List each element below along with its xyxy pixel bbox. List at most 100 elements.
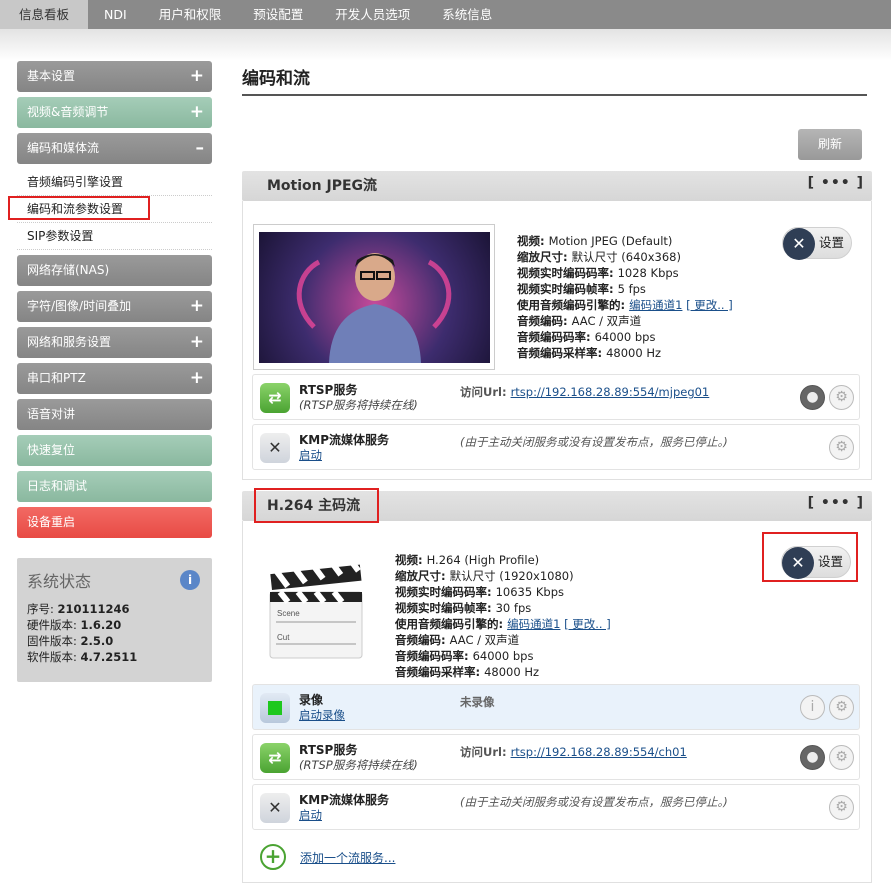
user-icon[interactable]: ● [800,745,825,770]
stream-info-mjpeg: 视频: Motion JPEG (Default) 缩放尺寸: 默认尺寸 (64… [517,234,733,360]
status-hw-version: 硬件版本: 1.6.20 [27,618,122,632]
scene-label: Scene [277,609,300,618]
status-serial: 序号: 210111246 [27,602,130,616]
service-desc: (RTSP服务将持续在线) [299,758,418,772]
sidebar-item-label: 日志和调试 [27,479,88,493]
highlight-box [762,532,858,582]
tab-presets[interactable]: 预设配置 [237,0,319,29]
expand-icon: + [189,102,204,122]
add-service-link[interactable]: 添加一个流服务... [300,849,395,866]
status-fw-version: 固件版本: 2.5.0 [27,634,114,648]
sidebar-item-video-audio[interactable]: 视频&音频调节 + [17,97,212,128]
gear-icon[interactable]: ⚙ [829,435,854,460]
service-url: 访问Url: rtsp://192.168.28.89:554/mjpeg01 [460,385,710,399]
sidebar-item-label: 视频&音频调节 [27,105,109,119]
start-record-link[interactable]: 启动录像 [299,707,345,723]
page-title: 编码和流 [242,69,310,89]
gear-icon[interactable]: ⚙ [829,795,854,820]
expand-icon: + [189,296,204,316]
status-sw-version: 软件版本: 4.7.2511 [27,650,138,664]
tab-ndi[interactable]: NDI [88,0,143,29]
stream-info-h264: 视频: H.264 (High Profile) 缩放尺寸: 默认尺寸 (192… [395,553,611,679]
cut-label: Cut [277,633,290,642]
video-preview [253,224,495,370]
tab-dashboard[interactable]: 信息看板 [0,0,89,29]
record-row: 录像 启动录像 未录像 i ⚙ [252,684,860,730]
sidebar-item-basic-settings[interactable]: 基本设置 + [17,61,212,92]
change-link[interactable]: [ 更改.. ] [564,617,611,631]
start-link[interactable]: 启动 [299,447,322,463]
status-title: 系统状态 [27,572,92,591]
wrench-icon: ✕ [783,228,815,260]
user-icon[interactable]: ● [800,385,825,410]
transfer-arrows-icon: ⇄ [260,383,290,413]
sidebar-item-nas[interactable]: 网络存储(NAS) [17,255,212,286]
refresh-button[interactable]: 刷新 [798,129,862,160]
sidebar-item-label: 设备重启 [27,515,76,529]
gear-icon[interactable]: ⚙ [829,745,854,770]
kmp-service-row: ✕ KMP流媒体服务 启动 (由于主动关闭服务或没有设置发布点，服务已停止。) … [252,424,860,470]
top-nav: 信息看板 NDI 用户和权限 预设配置 开发人员选项 系统信息 [0,0,891,29]
service-name: KMP流媒体服务 [299,433,390,447]
gear-icon[interactable]: ⚙ [829,385,854,410]
close-x-icon: ✕ [260,793,290,823]
service-message: (由于主动关闭服务或没有设置发布点，服务已停止。) [460,795,728,809]
sidebar-item-label: 编码和媒体流 [27,141,100,155]
more-menu-button[interactable]: [ ••• ] [808,175,864,191]
sidebar-item-label: 串口和PTZ [27,371,86,385]
rtsp-url-link[interactable]: rtsp://192.168.28.89:554/ch01 [511,745,687,759]
change-link[interactable]: [ 更改.. ] [686,298,733,312]
more-menu-button[interactable]: [ ••• ] [808,495,864,511]
tab-users-permissions[interactable]: 用户和权限 [143,0,238,29]
settings-label: 设置 [819,235,845,250]
sidebar-subitem-audio-engine[interactable]: 音频编码引擎设置 [17,169,212,196]
gear-icon[interactable]: ⚙ [829,695,854,720]
sidebar-subitem-sip-params[interactable]: SIP参数设置 [17,223,212,250]
sidebar-item-reboot[interactable]: 设备重启 [17,507,212,538]
rtsp-service-row: ⇄ RTSP服务 (RTSP服务将持续在线) 访问Url: rtsp://192… [252,734,860,780]
tab-developer-options[interactable]: 开发人员选项 [319,0,426,29]
expand-icon: + [189,66,204,86]
audio-channel-link[interactable]: 编码通道1 [629,298,682,312]
tab-system-info[interactable]: 系统信息 [426,0,508,29]
sidebar-item-overlay[interactable]: 字符/图像/时间叠加 + [17,291,212,322]
record-state: 未录像 [460,695,495,709]
title-divider [242,94,867,96]
service-desc: (RTSP服务将持续在线) [299,398,418,412]
stream-title: Motion JPEG流 [267,178,378,194]
sidebar-item-intercom[interactable]: 语音对讲 [17,399,212,430]
system-status-box: 系统状态 i 序号: 210111246 硬件版本: 1.6.20 固件版本: … [17,558,212,682]
sidebar-item-quick-reset[interactable]: 快速复位 [17,435,212,466]
transfer-arrows-icon: ⇄ [260,743,290,773]
audio-channel-link[interactable]: 编码通道1 [507,617,560,631]
sidebar-item-serial-ptz[interactable]: 串口和PTZ + [17,363,212,394]
add-icon[interactable]: + [260,844,286,870]
service-name: KMP流媒体服务 [299,793,390,807]
info-user-icon[interactable]: i [180,570,200,590]
service-url: 访问Url: rtsp://192.168.28.89:554/ch01 [460,745,687,759]
start-link[interactable]: 启动 [299,807,322,823]
sidebar-item-logs-debug[interactable]: 日志和调试 [17,471,212,502]
video-frame-image [259,232,490,363]
close-x-icon: ✕ [260,433,290,463]
service-message: (由于主动关闭服务或没有设置发布点，服务已停止。) [460,435,728,449]
rtsp-service-row: ⇄ RTSP服务 (RTSP服务将持续在线) 访问Url: rtsp://192… [252,374,860,420]
expand-icon: + [189,332,204,352]
clapperboard-icon: Scene Cut [266,553,366,662]
sidebar-item-label: 语音对讲 [27,407,76,421]
record-icon [260,693,290,723]
sidebar-item-encoding-streams[interactable]: 编码和媒体流 – [17,133,212,164]
info-icon[interactable]: i [800,695,825,720]
service-name: 录像 [299,693,324,707]
sidebar-item-label: 字符/图像/时间叠加 [27,299,132,313]
highlight-box [8,196,150,220]
settings-button[interactable]: ✕ 设置 [782,227,852,260]
highlight-box [254,488,379,523]
rtsp-url-link[interactable]: rtsp://192.168.28.89:554/mjpeg01 [511,385,710,399]
service-name: RTSP服务 [299,383,358,397]
sidebar-item-label: 网络存储(NAS) [27,263,110,277]
sidebar-item-network[interactable]: 网络和服务设置 + [17,327,212,358]
stream-header-mjpeg: Motion JPEG流 [ ••• ] [242,171,872,201]
service-name: RTSP服务 [299,743,358,757]
sidebar-item-label: 基本设置 [27,69,76,83]
